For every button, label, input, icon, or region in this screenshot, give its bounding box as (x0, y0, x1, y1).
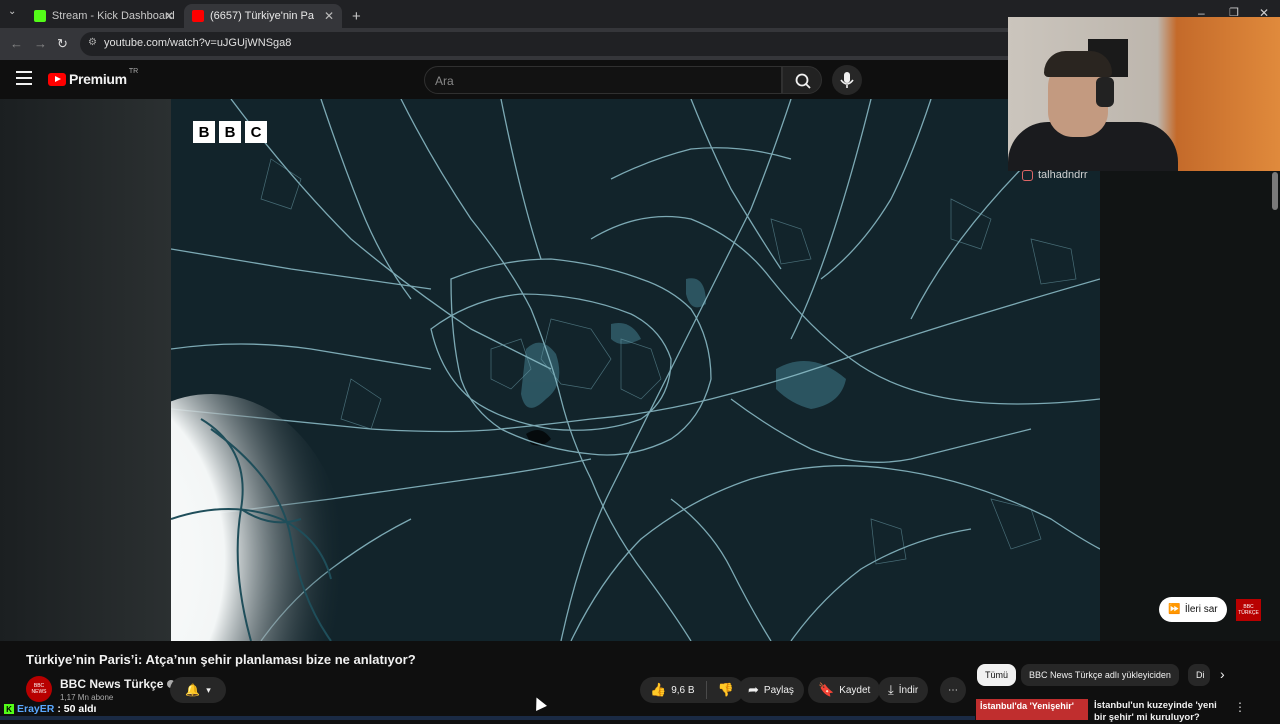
youtube-premium-logo[interactable]: Premium TR (48, 67, 139, 87)
more-vertical-icon[interactable]: ⋮ (1234, 700, 1246, 714)
new-tab-button[interactable]: + (344, 4, 369, 28)
bbc-logo-letter: B (219, 121, 241, 143)
skip-label: İleri sar (1184, 604, 1218, 615)
chip-from-uploader[interactable]: BBC News Türkçe adlı yükleyiciden (1021, 664, 1179, 686)
share-button[interactable]: ➦ Paylaş (738, 677, 804, 703)
channel-avatar-text: BBC NEWS (31, 683, 47, 695)
save-label: Kaydet (839, 684, 871, 696)
scrollbar-thumb[interactable] (1272, 172, 1278, 210)
video-title: Türkiye’nin Paris’i: Atça’nın şehir plan… (26, 652, 416, 667)
like-dislike-group: 👍 9,6 B 👎 (640, 677, 744, 703)
microphone-icon (840, 72, 854, 88)
bbc-logo-letter: C (245, 121, 267, 143)
chat-username: ErayER (17, 703, 55, 715)
like-icon[interactable]: 👍 (650, 682, 666, 698)
video-side-blur-right (1100, 99, 1280, 641)
tab-kick-dashboard[interactable]: Stream - Kick Dashboard ✕ (26, 4, 182, 28)
search-input[interactable]: Ara (424, 66, 782, 94)
close-tab-icon[interactable]: ✕ (164, 9, 174, 23)
channel-avatar[interactable]: BBC NEWS (26, 676, 52, 702)
share-icon: ➦ (748, 682, 759, 697)
back-icon[interactable]: ← (10, 36, 23, 51)
more-horizontal-icon: ⋯ (948, 684, 958, 696)
recommendation-thumbnail[interactable]: İstanbul'da 'Yenişehir' (976, 699, 1088, 720)
kick-badge-icon: K (4, 704, 14, 714)
kick-favicon-icon (34, 10, 46, 22)
download-label: İndir (898, 684, 919, 696)
search-icon (795, 73, 811, 89)
streamer-hair (1044, 51, 1112, 77)
bell-icon: 🔔 (185, 683, 201, 697)
recommendation-title[interactable]: İstanbul'un kuzeyinde 'yeni bir şehir' m… (1094, 700, 1226, 724)
close-tab-icon[interactable]: ✕ (324, 9, 334, 23)
chevron-down-icon: ▾ (206, 684, 211, 695)
chip-all[interactable]: Tümü (977, 664, 1017, 686)
chat-text: : 50 aldı (57, 703, 97, 715)
instagram-handle: talhadndrr (1022, 169, 1088, 181)
chevron-right-icon[interactable]: › (1220, 666, 1225, 682)
headset (1096, 77, 1114, 107)
voice-search-button[interactable] (832, 65, 862, 95)
reload-icon[interactable]: ↻ (57, 36, 68, 52)
tab-title: (6657) Türkiye'nin Paris'i: At (210, 10, 314, 22)
webcam-overlay (1008, 17, 1280, 171)
instagram-handle-text: talhadndrr (1038, 169, 1088, 181)
channel-watermark-text: BBC TÜRKÇE (1238, 604, 1259, 616)
search-button[interactable] (782, 66, 822, 94)
bottom-bar (0, 716, 975, 720)
youtube-favicon-icon (192, 10, 204, 22)
download-icon: ⤓ (888, 682, 894, 697)
url-field[interactable]: ⚙ youtube.com/watch?v=uJGUjWNSga8 (80, 32, 1080, 56)
share-label: Paylaş (763, 684, 794, 696)
video-side-blur-left (0, 99, 171, 641)
logo-country: TR (128, 67, 139, 75)
instagram-icon (1022, 169, 1033, 181)
like-count[interactable]: 9,6 B (671, 685, 694, 696)
tab-title: Stream - Kick Dashboard (51, 10, 174, 22)
menu-icon[interactable] (16, 71, 32, 85)
forward-icon[interactable]: → (34, 36, 47, 51)
save-button[interactable]: 🔖 Kaydet (808, 677, 881, 703)
chat-message: K ErayER : 50 aldı (0, 701, 96, 717)
more-actions-button[interactable]: ⋯ (940, 677, 966, 703)
video-player[interactable]: B B C (171, 99, 1100, 641)
tab-youtube-video[interactable]: (6657) Türkiye'nin Paris'i: At ✕ (184, 4, 342, 28)
city-map-graphic (171, 99, 1100, 641)
channel-watermark[interactable]: BBC TÜRKÇE (1236, 599, 1261, 621)
logo-text: Premium (69, 71, 127, 87)
bbc-logo-letter: B (193, 121, 215, 143)
divider (705, 681, 707, 699)
chip-other[interactable]: Di (1188, 664, 1210, 686)
dislike-icon[interactable]: 👎 (718, 682, 734, 698)
download-button[interactable]: ⤓ İndir (878, 677, 929, 703)
channel-name-text: BBC News Türkçe (60, 677, 164, 691)
thumbnail-text: İstanbul'da 'Yenişehir' (980, 701, 1074, 711)
youtube-play-icon (48, 72, 66, 86)
bookmark-icon: 🔖 (818, 682, 835, 697)
mouse-cursor (531, 695, 547, 711)
search-placeholder: Ara (435, 74, 454, 88)
notification-bell-button[interactable]: 🔔 ▾ (170, 677, 226, 703)
tab-list-chevron-icon[interactable]: ⌄ (8, 6, 16, 17)
site-info-icon[interactable]: ⚙ (88, 37, 97, 48)
url-text: youtube.com/watch?v=uJGUjWNSga8 (104, 37, 292, 49)
bbc-logo: B B C (193, 121, 267, 143)
fast-forward-icon: ⏩ (1168, 604, 1181, 615)
skip-forward-button[interactable]: ⏩ İleri sar (1159, 597, 1227, 622)
channel-name[interactable]: BBC News Türkçe (60, 677, 176, 691)
